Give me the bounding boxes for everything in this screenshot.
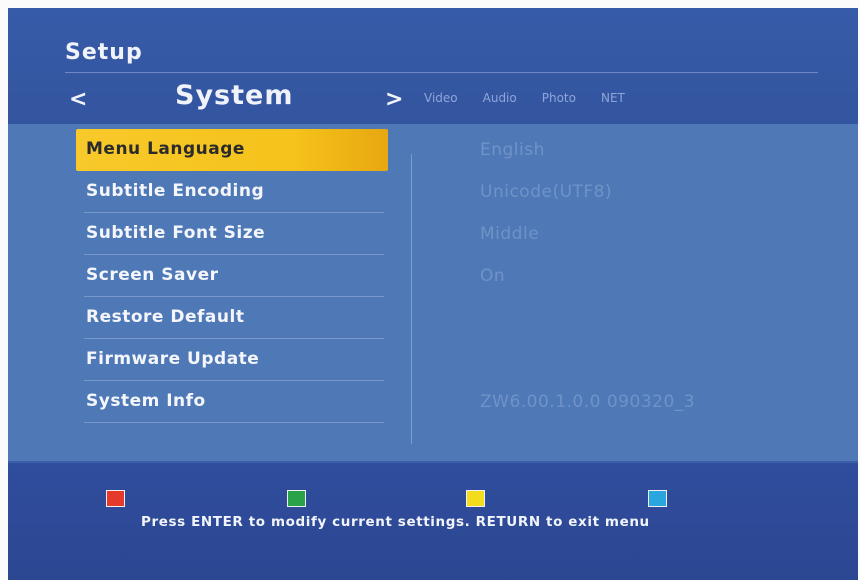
yellow-key-icon[interactable] [466, 490, 485, 507]
tab-photo[interactable]: Photo [542, 91, 576, 105]
value-menu-language: English [480, 140, 545, 160]
menu-separator [84, 422, 384, 423]
settings-menu: Menu Language Subtitle Encoding Subtitle… [76, 129, 388, 423]
value-system-info: ZW6.00.1.0.0 090320_3 [480, 392, 696, 412]
green-key-icon[interactable] [287, 490, 306, 507]
settings-panel: Menu Language Subtitle Encoding Subtitle… [8, 124, 858, 461]
column-divider [411, 154, 412, 444]
title-divider [65, 72, 818, 73]
menu-item-menu-language[interactable]: Menu Language [76, 129, 388, 171]
value-screen-saver: On [480, 266, 506, 286]
value-restore-default [480, 297, 695, 339]
menu-item-label: Screen Saver [86, 265, 219, 285]
value-firmware-update [480, 339, 695, 381]
next-section-arrow[interactable]: > [385, 87, 403, 112]
menu-item-label: Subtitle Encoding [86, 181, 265, 201]
tab-audio[interactable]: Audio [483, 91, 517, 105]
menu-item-label: Firmware Update [86, 349, 260, 369]
tab-net[interactable]: NET [601, 91, 625, 105]
footer-bar: Press ENTER to modify current settings. … [8, 461, 858, 580]
section-title: System [175, 80, 294, 111]
value-subtitle-encoding: Unicode(UTF8) [480, 182, 613, 202]
menu-item-label: Menu Language [86, 139, 245, 159]
section-tabs: Video Audio Photo NET [424, 91, 650, 105]
menu-item-screen-saver[interactable]: Screen Saver [76, 255, 388, 297]
prev-section-arrow[interactable]: < [69, 87, 87, 112]
red-key-icon[interactable] [106, 490, 125, 507]
blue-key-icon[interactable] [648, 490, 667, 507]
header-bar: Setup < System > Video Audio Photo NET [8, 8, 858, 124]
menu-item-label: System Info [86, 391, 206, 411]
menu-item-subtitle-encoding[interactable]: Subtitle Encoding [76, 171, 388, 213]
menu-item-restore-default[interactable]: Restore Default [76, 297, 388, 339]
value-subtitle-font-size: Middle [480, 224, 540, 244]
menu-item-label: Subtitle Font Size [86, 223, 266, 243]
menu-item-label: Restore Default [86, 307, 245, 327]
menu-item-system-info[interactable]: System Info [76, 381, 388, 423]
menu-item-subtitle-font-size[interactable]: Subtitle Font Size [76, 213, 388, 255]
page-title: Setup [65, 40, 143, 65]
tab-video[interactable]: Video [424, 91, 458, 105]
setup-screen: Setup < System > Video Audio Photo NET M… [8, 8, 858, 580]
menu-item-firmware-update[interactable]: Firmware Update [76, 339, 388, 381]
settings-values: English Unicode(UTF8) Middle On ZW6.00.1… [480, 129, 695, 423]
help-hint: Press ENTER to modify current settings. … [141, 514, 650, 530]
